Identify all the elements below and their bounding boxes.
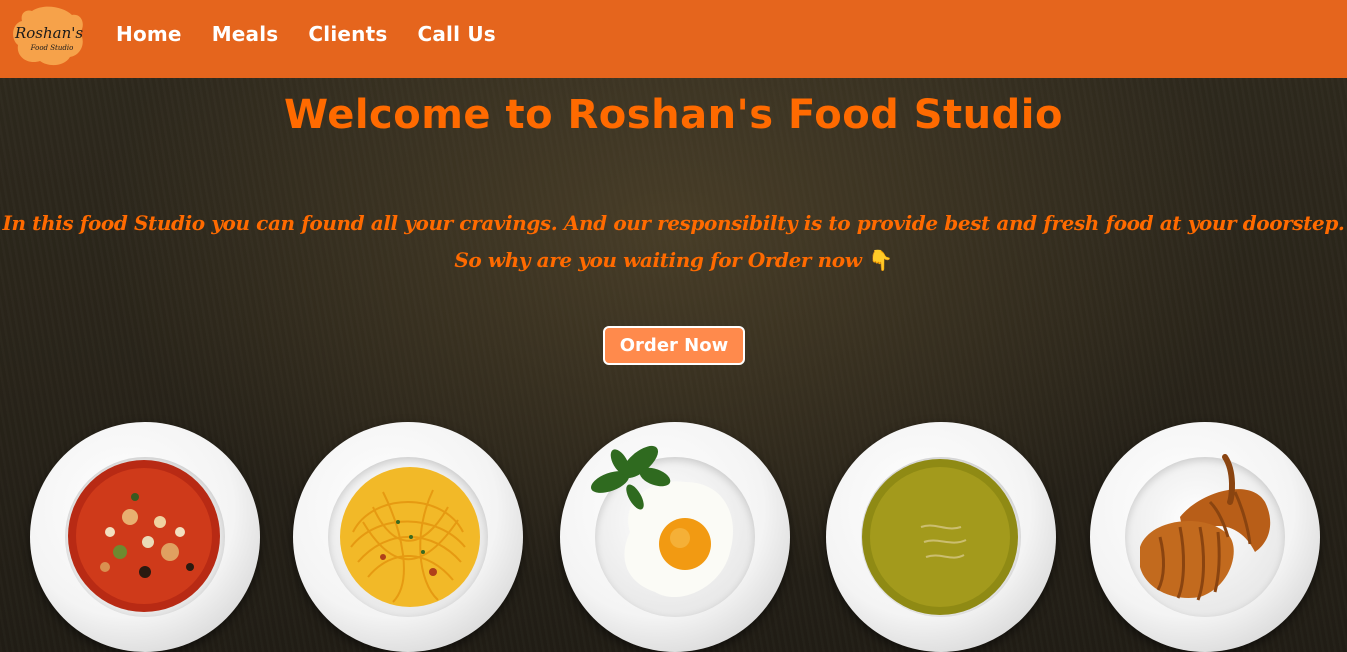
logo-text-main: Roshan's — [14, 24, 83, 42]
spaghetti-plate[interactable] — [293, 422, 523, 652]
tagline: In this food Studio you can found all yo… — [0, 205, 1347, 279]
nav-link-call-us[interactable]: Call Us — [417, 22, 495, 46]
vegetable-soup-plate[interactable] — [30, 422, 260, 652]
pointing-down-icon: 👇 — [868, 248, 893, 272]
nav-link-meals[interactable]: Meals — [212, 22, 279, 46]
spaghetti-icon — [340, 467, 480, 607]
nav-links: Home Meals Clients Call Us — [116, 22, 496, 46]
nav-link-home[interactable]: Home — [116, 22, 182, 46]
tagline-line-2: So why are you waiting for Order now — [454, 248, 862, 272]
navbar: Roshan's Food Studio Home Meals Clients … — [0, 0, 1347, 78]
dish-gallery — [0, 420, 1347, 652]
tagline-line-1: In this food Studio you can found all yo… — [2, 211, 1345, 235]
pea-soup-plate[interactable] — [826, 422, 1056, 652]
nav-link-clients[interactable]: Clients — [308, 22, 387, 46]
croissant-plate[interactable] — [1090, 422, 1320, 652]
order-now-button[interactable]: Order Now — [603, 326, 745, 365]
croissant-icon — [1140, 454, 1271, 601]
page-title: Welcome to Roshan's Food Studio — [284, 92, 1063, 138]
logo-text-sub: Food Studio — [30, 44, 74, 52]
fried-egg-plate[interactable] — [560, 422, 790, 652]
green-soup-icon — [862, 459, 1018, 615]
tomato-soup-icon — [68, 460, 220, 612]
logo[interactable]: Roshan's Food Studio — [12, 5, 86, 67]
logo-icon: Roshan's Food Studio — [13, 6, 83, 66]
fried-egg-icon — [590, 445, 733, 598]
